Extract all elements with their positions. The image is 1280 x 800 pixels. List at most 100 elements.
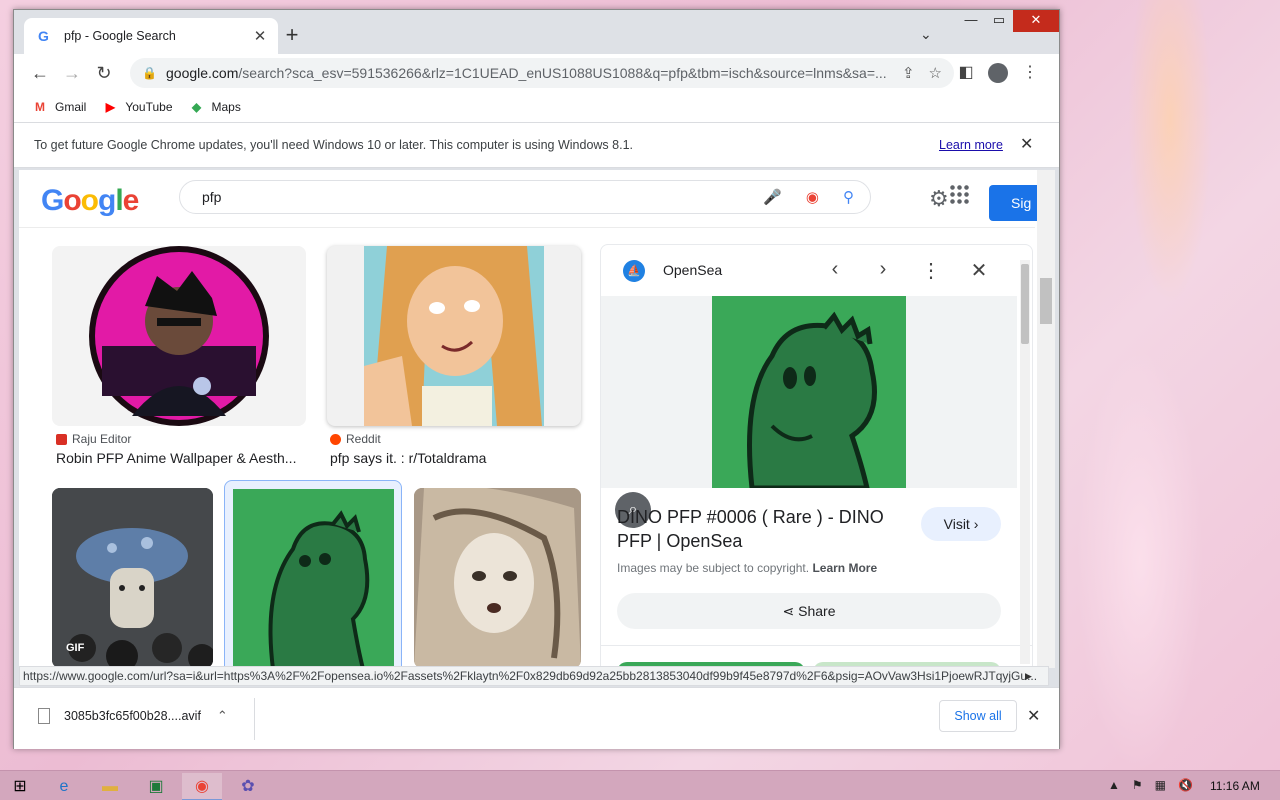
panel-scrollbar-thumb[interactable] (1021, 264, 1029, 344)
taskbar-clock[interactable]: 11:16 AM (1210, 779, 1260, 793)
settings-gear-icon[interactable]: ⚙ (929, 186, 949, 212)
infobar-learn-more-link[interactable]: Learn more (939, 123, 1003, 167)
network-icon[interactable]: ▦ (1155, 778, 1166, 792)
page-content: Google pfp 🎤 ◉ ⚲ ⚙ Sig Raju Editor Robin… (19, 170, 1055, 668)
page-scrollbar[interactable] (1037, 170, 1055, 668)
tab-google-search[interactable]: G pfp - Google Search ✕ (24, 18, 278, 54)
tab-close-icon[interactable]: ✕ (252, 27, 268, 45)
file-icon (38, 708, 50, 724)
google-header: Google pfp 🎤 ◉ ⚲ ⚙ Sig (19, 170, 1049, 228)
chrome-taskbar-icon[interactable]: ◉ (182, 773, 222, 800)
file-explorer-icon[interactable]: ▬ (90, 773, 130, 800)
maps-icon: ◆ (191, 100, 202, 114)
result-title-totaldrama[interactable]: pfp says it. : r/Totaldrama (330, 450, 486, 466)
minimize-button[interactable]: — (957, 10, 985, 32)
image-preview-panel: ⛵ OpenSea ‹ › ⋮ ✕ ⌕ DINO PFP #0006 ( Rar… (600, 244, 1033, 668)
girl-sketch-image (414, 488, 581, 668)
back-arrow-icon[interactable]: ← (28, 61, 52, 85)
bookmark-star-icon[interactable]: ☆ (929, 64, 942, 82)
panel-image-area: ⌕ (601, 296, 1017, 528)
address-bar[interactable]: 🔒 google.com/search?sca_esv=591536266&rl… (130, 58, 954, 88)
system-tray: ▲ ⚑ ▦ 🔇 (1108, 778, 1193, 792)
settings-app-icon[interactable]: ✿ (228, 773, 268, 800)
lock-icon[interactable]: 🔒 (142, 66, 158, 80)
result-image-totaldrama[interactable] (327, 246, 581, 426)
visit-button[interactable]: Visit › (921, 507, 1001, 541)
download-item[interactable]: 3085b3fc65f00b28....avif ⌃ (38, 708, 228, 724)
forward-arrow-icon[interactable]: → (60, 61, 84, 85)
windows-taskbar: ⊞ e ▬ ▣ ◉ ✿ ▲ ⚑ ▦ 🔇 11:16 AM (0, 770, 1280, 800)
maximize-button[interactable]: ▭ (985, 10, 1013, 32)
panel-site-name[interactable]: OpenSea (663, 262, 722, 278)
downloads-close-icon[interactable]: ✕ (1027, 706, 1040, 726)
result-title-robin[interactable]: Robin PFP Anime Wallpaper & Aesth... (56, 450, 296, 466)
panel-header: ⛵ OpenSea ‹ › ⋮ ✕ (601, 245, 1032, 295)
bookmark-gmail[interactable]: M Gmail (32, 100, 86, 114)
scroll-right-arrow-icon[interactable]: ▶ (1025, 671, 1032, 682)
action-center-flag-icon[interactable]: ⚑ (1132, 778, 1143, 792)
share-icon: ⋖ (782, 603, 799, 619)
result-image-girl-sketch[interactable] (414, 488, 581, 668)
share-button[interactable]: ⋖ Share (617, 593, 1001, 629)
side-panel-icon[interactable]: ◧ (955, 62, 977, 82)
opensea-logo-icon: ⛵ (623, 260, 645, 282)
dino-large-image[interactable] (712, 296, 906, 488)
dino-thumbnail-image (233, 489, 394, 668)
toolbar: ← → ↻ 🔒 google.com/search?sca_esv=591536… (14, 54, 1059, 92)
download-filename: 3085b3fc65f00b28....avif (64, 709, 201, 723)
google-doodle-logo[interactable]: Google (41, 184, 139, 218)
tray-expand-icon[interactable]: ▲ (1108, 778, 1120, 792)
gif-badge: GIF (66, 642, 85, 654)
volume-muted-icon[interactable]: 🔇 (1178, 778, 1193, 792)
url-text: google.com/search?sca_esv=591536266&rlz=… (166, 65, 887, 81)
new-tab-button[interactable]: + (280, 24, 304, 48)
reload-icon[interactable]: ↻ (92, 61, 116, 85)
microphone-icon[interactable]: 🎤 (763, 188, 782, 206)
panel-related-strip (601, 645, 1032, 668)
result-image-robin[interactable] (52, 246, 306, 426)
bookmark-youtube[interactable]: ▶ YouTube (102, 100, 173, 114)
close-window-button[interactable]: ✕ (1013, 10, 1059, 32)
download-chevron-up-icon[interactable]: ⌃ (217, 708, 228, 724)
infobar-close-icon[interactable]: ✕ (1020, 123, 1033, 167)
result-source-raju-editor[interactable]: Raju Editor (56, 432, 131, 446)
raju-editor-favicon-icon (56, 433, 67, 445)
robin-avatar-image (89, 246, 269, 426)
downloads-divider (254, 698, 255, 740)
result-image-dino-selected[interactable] (224, 480, 402, 668)
search-icon[interactable]: ⚲ (843, 188, 854, 206)
mushroom-image (52, 488, 213, 668)
tab-search-chevron-icon[interactable]: ⌄ (920, 26, 932, 43)
previous-image-chevron-icon[interactable]: ‹ (823, 258, 847, 281)
result-image-mushroom[interactable]: GIF (52, 488, 213, 668)
tab-title: pfp - Google Search (64, 29, 176, 43)
result-source-reddit[interactable]: Reddit (330, 432, 381, 446)
share-page-icon[interactable]: ⇪ (902, 64, 915, 82)
menu-kebab-icon[interactable]: ⋮ (1019, 62, 1041, 82)
search-input[interactable]: pfp 🎤 ◉ ⚲ (179, 180, 871, 214)
page-scrollbar-thumb[interactable] (1040, 278, 1052, 324)
show-all-button[interactable]: Show all (939, 700, 1017, 732)
copyright-learn-more-link[interactable]: Learn More (812, 561, 877, 575)
status-bar-url: https://www.google.com/url?sa=i&url=http… (19, 666, 1049, 686)
panel-scrollbar[interactable] (1020, 260, 1030, 664)
excel-icon[interactable]: ▣ (136, 773, 176, 800)
window-controls: — ▭ ✕ (957, 10, 1059, 32)
apps-grid-icon[interactable] (949, 184, 969, 204)
downloads-bar: 3085b3fc65f00b28....avif ⌃ Show all ✕ (14, 687, 1059, 749)
next-image-chevron-icon[interactable]: › (871, 258, 895, 281)
lens-icon[interactable]: ◉ (806, 188, 819, 206)
profile-avatar[interactable] (988, 63, 1008, 83)
youtube-icon: ▶ (105, 100, 115, 114)
windows-start-icon[interactable]: ⊞ (0, 773, 40, 800)
panel-title[interactable]: DINO PFP #0006 ( Rare ) - DINO PFP | Ope… (617, 505, 907, 553)
more-options-icon[interactable]: ⋮ (919, 258, 943, 283)
reddit-favicon-icon (330, 433, 341, 445)
bookmarks-bar: M Gmail ▶ YouTube ◆ Maps (14, 92, 1059, 122)
search-query[interactable]: pfp (202, 189, 739, 205)
google-favicon-icon: G (38, 28, 49, 44)
update-infobar: To get future Google Chrome updates, you… (14, 122, 1059, 168)
bookmark-maps[interactable]: ◆ Maps (189, 100, 241, 114)
internet-explorer-icon[interactable]: e (44, 773, 84, 800)
close-panel-icon[interactable]: ✕ (967, 258, 991, 283)
